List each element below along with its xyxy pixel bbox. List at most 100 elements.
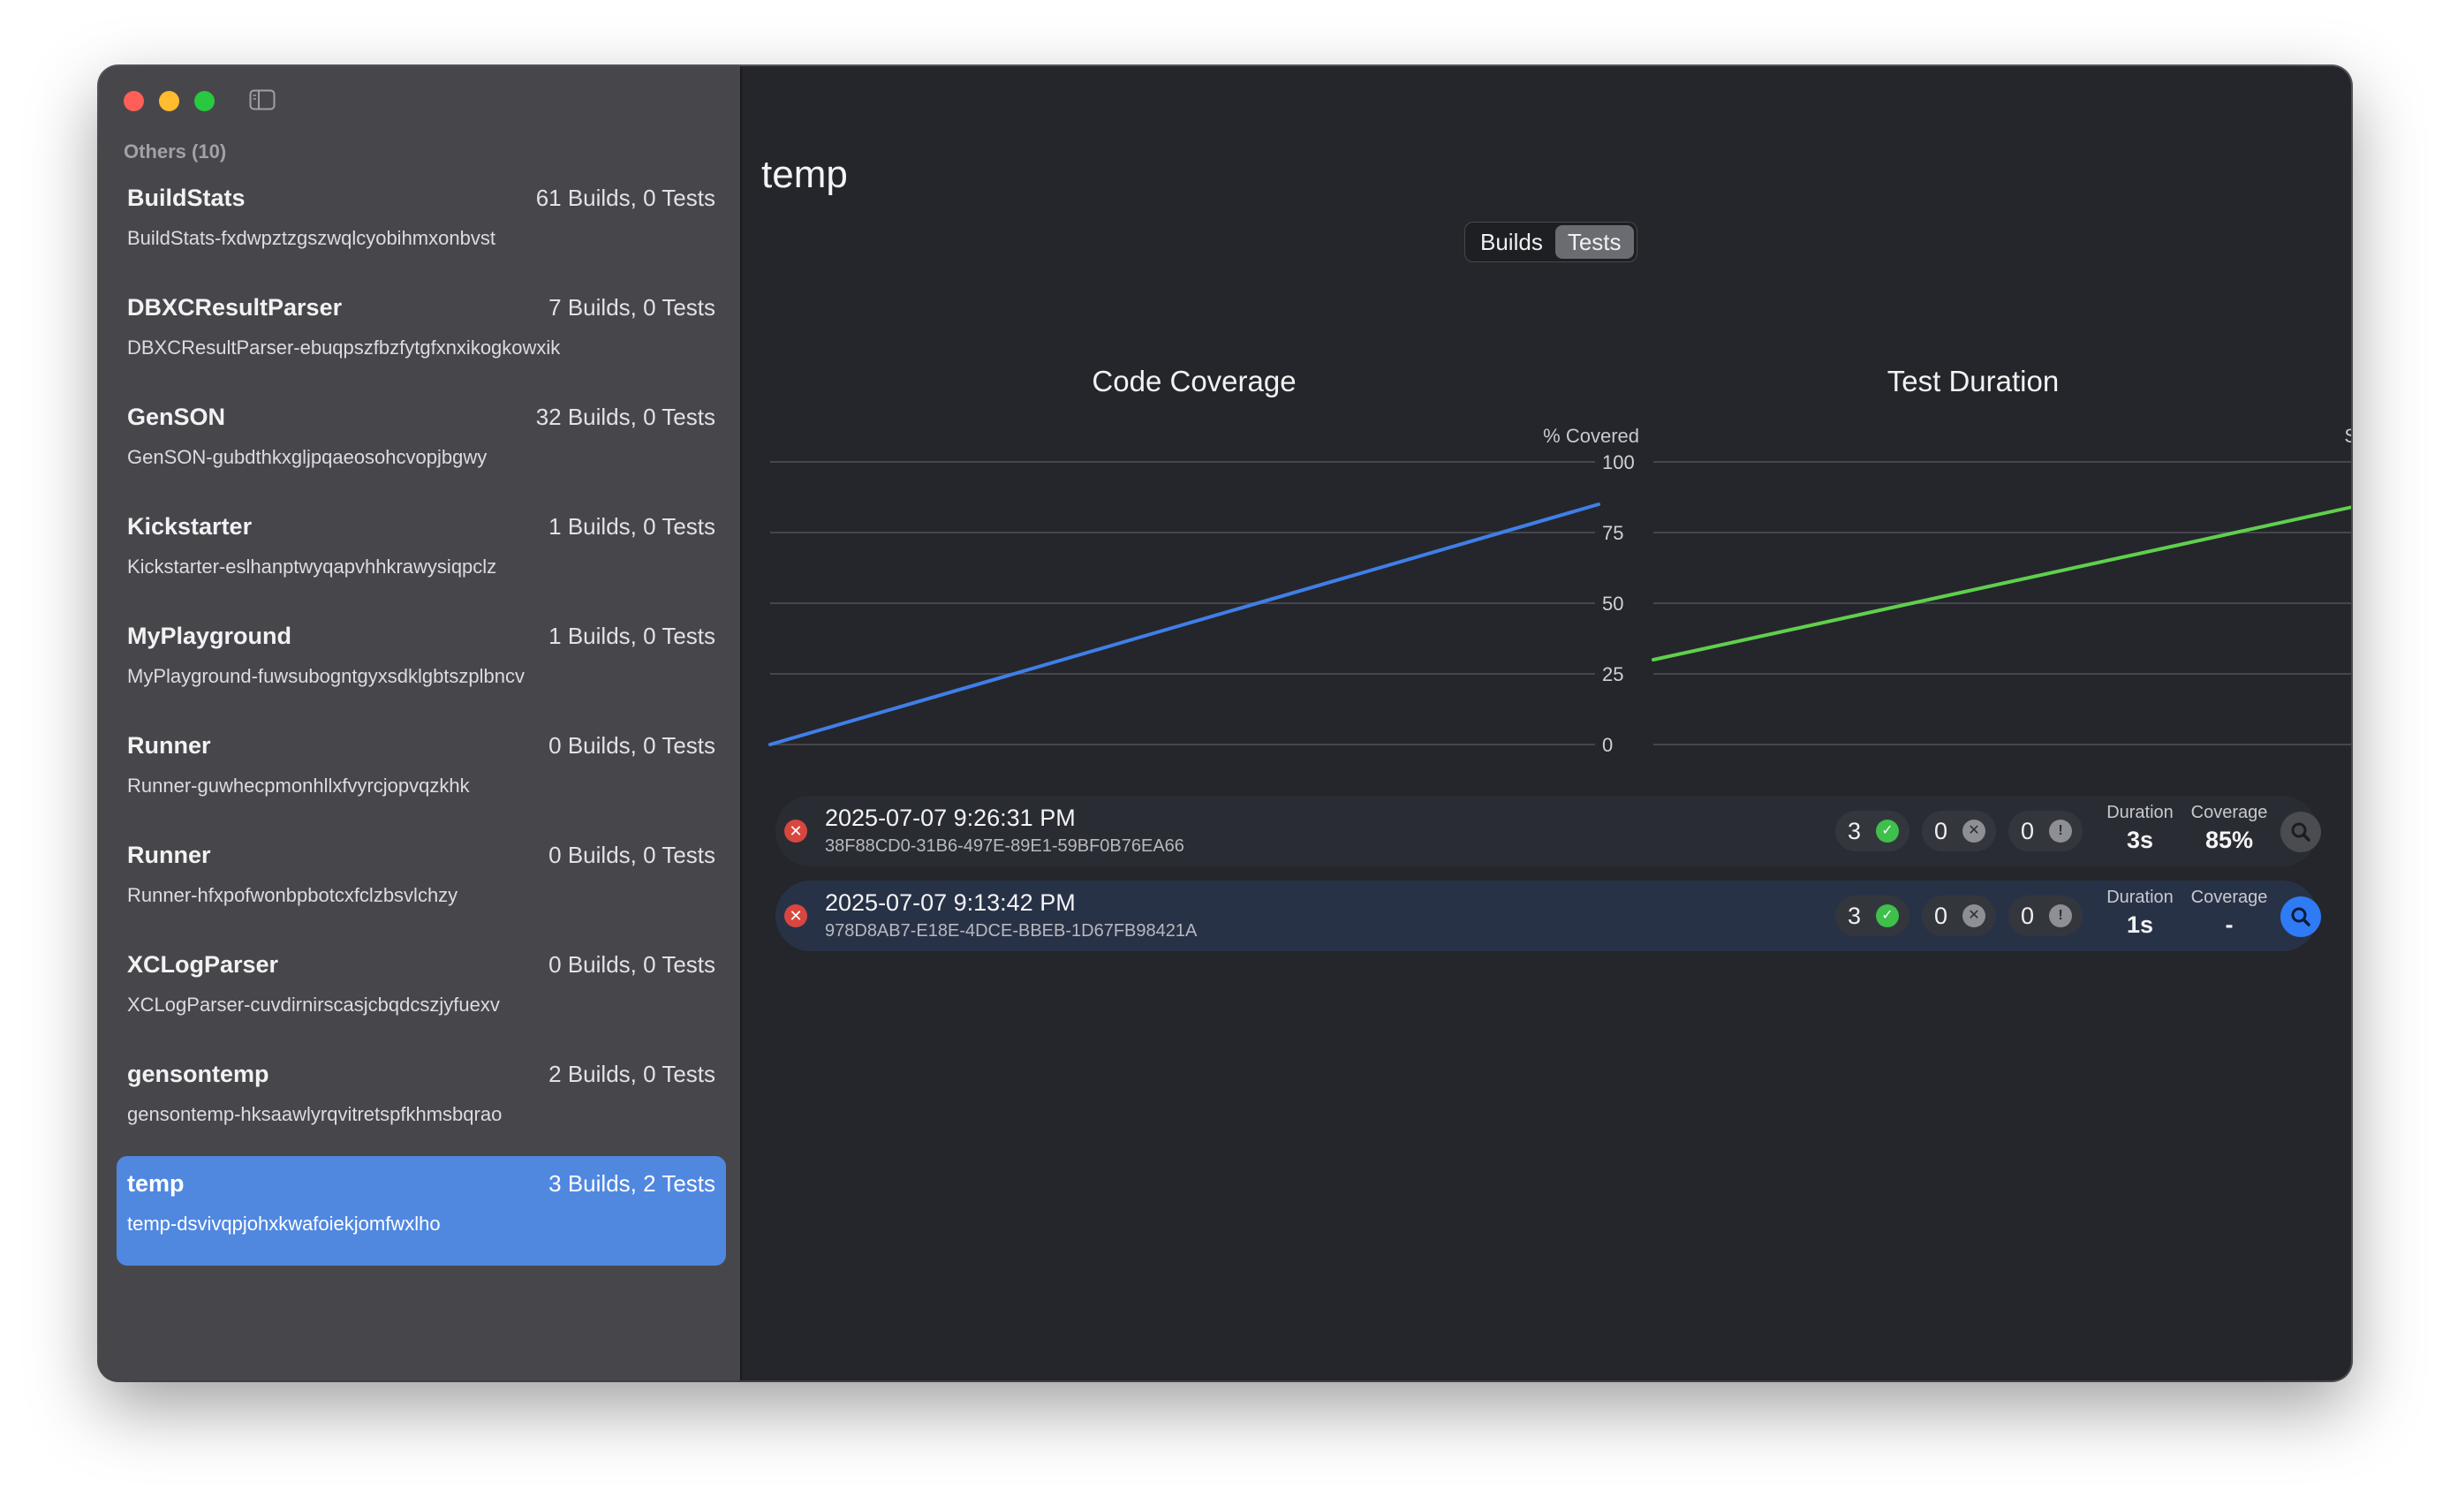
y-tick-label: 0: [1602, 734, 1613, 756]
magnifier-icon: [2291, 822, 2310, 842]
inspect-run-button[interactable]: [2280, 896, 2321, 937]
skipped-count: 0: [2021, 818, 2035, 844]
magnifier-icon: [2291, 907, 2310, 926]
sidebar-item-temp[interactable]: temp 3 Builds, 2 Tests temp-dsvivqpjohxk…: [117, 1156, 726, 1266]
minimize-window-button[interactable]: [159, 91, 179, 111]
project-identifier: Kickstarter-eslhanptwyqapvhhkrawysiqpclz: [127, 556, 497, 578]
app-window: Others (10) BuildStats 61 Builds, 0 Test…: [99, 66, 2351, 1380]
duration-metric: Duration 1s: [2100, 888, 2180, 939]
skipped-count: 0: [2021, 903, 2035, 929]
duration-value: 1s: [2126, 911, 2154, 938]
passed-count-badge: 3 ✓: [1835, 811, 1909, 851]
charts-area: % Covered1007550250Seconds43210: [768, 425, 2351, 756]
coverage-series-line: [768, 503, 1600, 746]
run-date: 2025-07-07 9:13:42 PM: [825, 889, 1076, 916]
exclamation-icon: !: [2049, 820, 2072, 843]
sidebar-toggle-icon[interactable]: [249, 89, 276, 110]
project-identifier: gensontemp-hksaawlyrqvitretspfkhmsbqrao: [127, 1103, 503, 1125]
project-identifier: MyPlayground-fuwsubogntgyxsdklgbtszplbnc…: [127, 665, 526, 687]
project-identifier: Runner-guwhecpmonhllxfvyrcjopvqzkhk: [127, 775, 470, 797]
zoom-window-button[interactable]: [194, 91, 215, 111]
project-name: MyPlayground: [127, 623, 292, 649]
failed-count-badge: 0 ✕: [1922, 896, 1996, 936]
sidebar-item-dbxcresultparser[interactable]: DBXCResultParser 7 Builds, 0 Tests DBXCR…: [117, 280, 726, 389]
coverage-label: Coverage: [2190, 803, 2268, 822]
run-identifier: 38F88CD0-31B6-497E-89E1-59BF0B76EA66: [825, 836, 1184, 856]
project-stats: 2 Builds, 0 Tests: [548, 1061, 715, 1087]
failed-count-badge: 0 ✕: [1922, 811, 1996, 851]
test-run-row[interactable]: ✕ 2025-07-07 9:13:42 PM 978D8AB7-E18E-4D…: [775, 881, 2321, 951]
coverage-value: -: [2225, 911, 2234, 938]
sidebar-item-xclogparser[interactable]: XCLogParser 0 Builds, 0 Tests XCLogParse…: [117, 937, 726, 1047]
y-tick-label: 25: [1602, 663, 1623, 685]
passed-count: 3: [1848, 818, 1862, 844]
duration-metric: Duration 3s: [2100, 803, 2180, 854]
sidebar-item-kickstarter[interactable]: Kickstarter 1 Builds, 0 Tests Kickstarte…: [117, 499, 726, 609]
exclamation-icon: !: [2049, 904, 2072, 927]
failed-count: 0: [1934, 903, 1948, 929]
failure-status-icon: ✕: [784, 820, 807, 843]
coverage-metric: Coverage -: [2185, 888, 2273, 939]
project-name: DBXCResultParser: [127, 294, 343, 321]
sidebar-item-gensontemp[interactable]: gensontemp 2 Builds, 0 Tests gensontemp-…: [117, 1047, 726, 1156]
project-identifier: GenSON-gubdthkxgljpqaeosohcvopjbgwy: [127, 446, 488, 468]
failed-count: 0: [1934, 818, 1948, 844]
project-list: BuildStats 61 Builds, 0 Tests BuildStats…: [117, 170, 726, 1266]
project-stats: 1 Builds, 0 Tests: [548, 513, 715, 540]
checkmark-icon: ✓: [1876, 904, 1899, 927]
project-name: BuildStats: [127, 185, 246, 211]
project-stats: 61 Builds, 0 Tests: [535, 185, 715, 211]
project-stats: 1 Builds, 0 Tests: [548, 623, 715, 649]
y-tick-label: 100: [1602, 451, 1635, 473]
coverage-label: Coverage: [2190, 888, 2268, 907]
duration-series-line: [1652, 505, 2351, 662]
sidebar-item-genson[interactable]: GenSON 32 Builds, 0 Tests GenSON-gubdthk…: [117, 389, 726, 499]
project-identifier: DBXCResultParser-ebuqpszfbzfytgfxnxikogk…: [127, 336, 561, 359]
sidebar-section-header: Others (10): [124, 140, 227, 163]
project-name: Runner: [127, 842, 211, 868]
coverage-axis-label: % Covered: [1543, 425, 1639, 447]
project-identifier: BuildStats-fxdwpztzgszwqlcyobihmxonbvst: [127, 227, 495, 249]
duration-axis-label: Seconds: [2344, 425, 2351, 447]
project-name: XCLogParser: [127, 951, 279, 978]
project-identifier: temp-dsvivqpjohxkwafoiekjomfwxlho: [127, 1213, 441, 1235]
project-stats: 0 Builds, 0 Tests: [548, 951, 715, 978]
coverage-value: 85%: [2204, 827, 2254, 853]
test-run-row[interactable]: ✕ 2025-07-07 9:26:31 PM 38F88CD0-31B6-49…: [775, 796, 2321, 866]
coverage-metric: Coverage 85%: [2185, 803, 2273, 854]
sidebar: Others (10) BuildStats 61 Builds, 0 Test…: [99, 66, 742, 1380]
duration-label: Duration: [2106, 888, 2174, 907]
project-name: Kickstarter: [127, 513, 253, 540]
sidebar-item-buildstats[interactable]: BuildStats 61 Builds, 0 Tests BuildStats…: [117, 170, 726, 280]
duration-label: Duration: [2106, 803, 2174, 822]
project-name: temp: [127, 1170, 185, 1197]
skipped-count-badge: 0 !: [2008, 811, 2083, 851]
run-date: 2025-07-07 9:26:31 PM: [825, 805, 1076, 831]
y-tick-label: 75: [1602, 522, 1623, 544]
sidebar-item-myplayground[interactable]: MyPlayground 1 Builds, 0 Tests MyPlaygro…: [117, 609, 726, 718]
project-stats: 32 Builds, 0 Tests: [535, 404, 715, 430]
main-content: temp Builds Tests Code Coverage Test Dur…: [744, 66, 2351, 1380]
passed-count: 3: [1848, 903, 1862, 929]
project-stats: 0 Builds, 0 Tests: [548, 732, 715, 759]
run-identifier: 978D8AB7-E18E-4DCE-BBEB-1D67FB98421A: [825, 921, 1198, 941]
project-stats: 0 Builds, 0 Tests: [548, 842, 715, 868]
project-stats: 7 Builds, 0 Tests: [548, 294, 715, 321]
project-identifier: XCLogParser-cuvdirnirscasjcbqdcszjyfuexv: [127, 994, 500, 1016]
inspect-run-button[interactable]: [2280, 812, 2321, 852]
failure-status-icon: ✕: [784, 904, 807, 927]
duration-value: 3s: [2126, 827, 2154, 853]
window-controls: [124, 91, 215, 111]
close-window-button[interactable]: [124, 91, 144, 111]
project-name: Runner: [127, 732, 211, 759]
project-stats: 3 Builds, 2 Tests: [548, 1170, 715, 1197]
y-tick-label: 50: [1602, 593, 1623, 615]
sidebar-item-runner-2[interactable]: Runner 0 Builds, 0 Tests Runner-hfxpofwo…: [117, 828, 726, 937]
passed-count-badge: 3 ✓: [1835, 896, 1909, 936]
x-circle-icon: ✕: [1962, 904, 1985, 927]
sidebar-item-runner-1[interactable]: Runner 0 Builds, 0 Tests Runner-guwhecpm…: [117, 718, 726, 828]
x-circle-icon: ✕: [1962, 820, 1985, 843]
project-name: gensontemp: [127, 1061, 269, 1087]
project-name: GenSON: [127, 404, 226, 430]
skipped-count-badge: 0 !: [2008, 896, 2083, 936]
